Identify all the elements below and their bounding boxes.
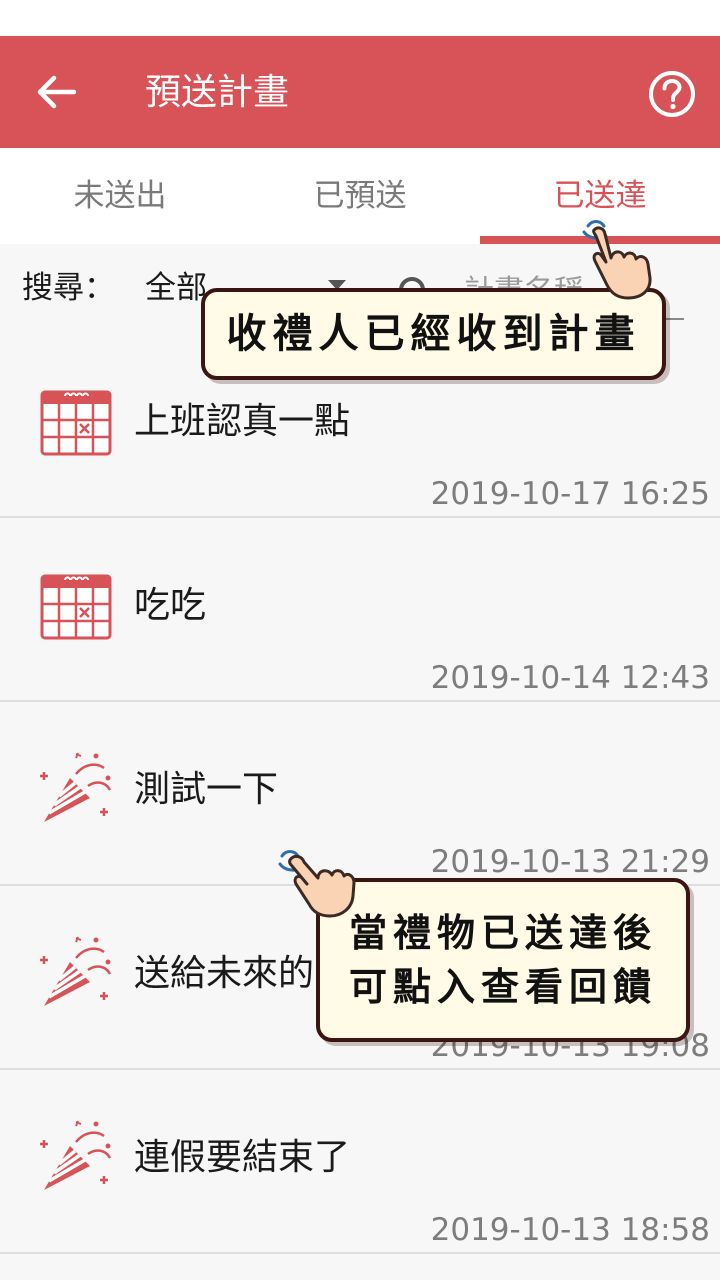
filter-dropdown[interactable]: 全部 (145, 268, 207, 308)
tab-unsent[interactable]: 未送出 (0, 148, 240, 244)
arrow-left-icon (37, 75, 76, 109)
help-button[interactable] (642, 64, 702, 124)
page-title: 預送計畫 (145, 72, 290, 113)
callout-line: 可點入查看回饋 (348, 964, 657, 1009)
list-item[interactable]: 測試一下 2019-10-13 21:29 (0, 702, 720, 886)
pointing-hand-icon (582, 220, 652, 300)
plan-title: 送給未來的 (134, 953, 315, 994)
list-item[interactable]: 連假要結束了 2019-10-13 18:58 (0, 1070, 720, 1254)
pointing-hand-icon (278, 850, 356, 918)
calendar-icon (40, 390, 112, 456)
callout-line: 當禮物已送達後 (348, 910, 657, 955)
plan-time: 2019-10-14 12:43 (430, 660, 710, 696)
plan-time: 2019-10-17 16:25 (430, 476, 710, 512)
party-popper-icon (40, 1120, 112, 1190)
list-item[interactable]: 吃吃 2019-10-14 12:43 (0, 518, 720, 702)
plan-time: 2019-10-13 18:58 (430, 1212, 710, 1248)
filter-label: 搜尋： (22, 270, 115, 306)
status-bar (0, 0, 720, 36)
party-popper-icon (40, 936, 112, 1006)
plan-title: 連假要結束了 (134, 1137, 351, 1178)
plan-title: 吃吃 (134, 585, 207, 626)
tab-scheduled[interactable]: 已預送 (240, 148, 480, 244)
plan-title: 測試一下 (134, 769, 279, 810)
tutorial-callout-delivered: 收禮人已經收到計畫 (201, 288, 666, 380)
back-button[interactable] (26, 66, 86, 118)
app-bar: 預送計畫 (0, 36, 720, 148)
plan-time: 2019-10-13 21:29 (430, 844, 710, 880)
plan-title: 上班認真一點 (134, 401, 351, 442)
help-circle-icon (649, 71, 695, 117)
party-popper-icon (40, 752, 112, 822)
calendar-icon (40, 574, 112, 640)
tutorial-callout-feedback: 當禮物已送達後 可點入查看回饋 (316, 878, 690, 1042)
